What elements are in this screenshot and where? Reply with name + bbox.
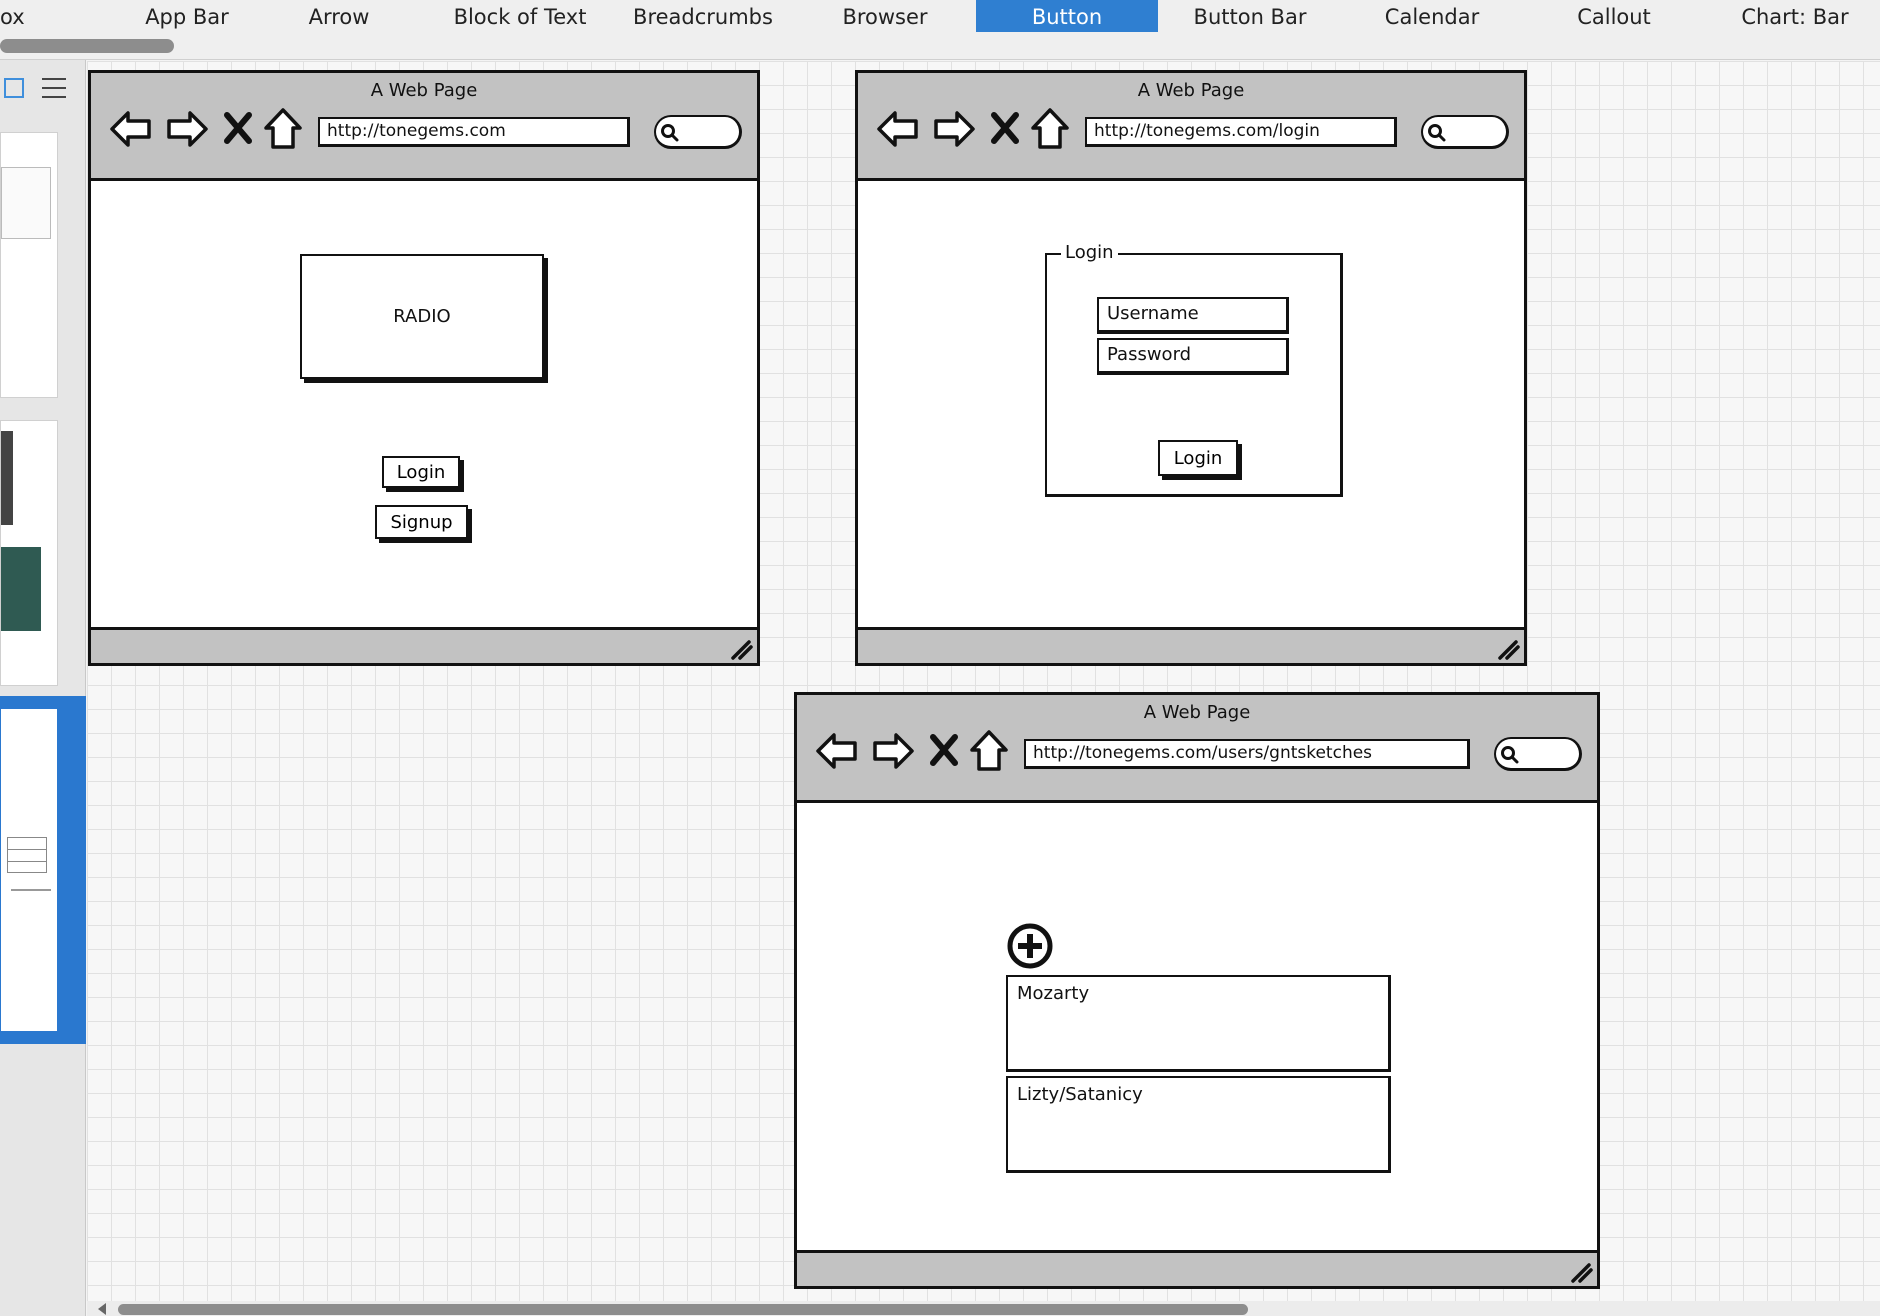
home-icon[interactable] bbox=[1030, 107, 1070, 151]
home-icon[interactable] bbox=[969, 729, 1009, 773]
stop-icon[interactable] bbox=[929, 729, 959, 773]
login-fieldset-legend: Login bbox=[1061, 242, 1118, 263]
list-item-label: Mozarty bbox=[1017, 983, 1090, 1004]
username-field[interactable]: Username bbox=[1097, 297, 1289, 334]
search-icon bbox=[1501, 746, 1519, 764]
component-item-button[interactable]: Button bbox=[976, 0, 1158, 32]
list-item-label: Lizty/Satanicy bbox=[1017, 1084, 1143, 1105]
stop-icon[interactable] bbox=[990, 107, 1020, 151]
list-item[interactable]: Lizty/Satanicy bbox=[1006, 1076, 1391, 1173]
thumbnail-preview bbox=[11, 889, 51, 891]
mockup-thumbnail-selected[interactable] bbox=[0, 708, 58, 1032]
component-item-calendar[interactable]: Calendar bbox=[1362, 0, 1502, 32]
component-item-app-bar[interactable]: App Bar bbox=[100, 0, 274, 32]
component-item-breadcrumbs[interactable]: Breadcrumbs bbox=[628, 0, 778, 32]
component-item-button-bar[interactable]: Button Bar bbox=[1178, 0, 1322, 32]
component-item-browser[interactable]: Browser bbox=[820, 0, 950, 32]
resize-grip-icon[interactable] bbox=[1569, 1261, 1593, 1283]
strip-scrollbar[interactable] bbox=[0, 39, 174, 53]
back-arrow-icon[interactable] bbox=[815, 729, 859, 773]
radio-panel: RADIO bbox=[300, 254, 544, 379]
browser-toolbar: A Web Page http://tonegems.com/login bbox=[858, 73, 1524, 181]
address-bar[interactable]: http://tonegems.com bbox=[318, 117, 630, 147]
list-view-icon[interactable] bbox=[42, 78, 66, 100]
mockup-thumbnail-sidebar bbox=[0, 60, 86, 1316]
back-arrow-icon[interactable] bbox=[109, 107, 153, 151]
browser-status-bar bbox=[858, 627, 1524, 663]
address-bar[interactable]: http://tonegems.com/users/gntsketches bbox=[1024, 739, 1470, 769]
search-field[interactable] bbox=[1494, 737, 1582, 771]
plus-circle-icon[interactable] bbox=[1006, 922, 1054, 970]
list-item[interactable]: Mozarty bbox=[1006, 975, 1391, 1072]
forward-arrow-icon[interactable] bbox=[165, 107, 209, 151]
forward-arrow-icon[interactable] bbox=[932, 107, 976, 151]
browser-mockup-home[interactable]: A Web Page http://tonegems.com RADIO Log… bbox=[88, 70, 760, 666]
home-icon[interactable] bbox=[263, 107, 303, 151]
login-submit-button[interactable]: Login bbox=[1158, 440, 1238, 476]
component-item-partial[interactable]: ox bbox=[0, 0, 25, 32]
stop-icon[interactable] bbox=[223, 107, 253, 151]
thumbnail-preview bbox=[1, 547, 41, 631]
browser-mockup-login[interactable]: A Web Page http://tonegems.com/login Log… bbox=[855, 70, 1527, 666]
component-item-chart-bar[interactable]: Chart: Bar bbox=[1730, 0, 1860, 32]
login-fieldset: Login Username Password Login bbox=[1045, 242, 1343, 497]
browser-title: A Web Page bbox=[1143, 702, 1251, 723]
radio-panel-label: RADIO bbox=[393, 306, 451, 327]
mockup-canvas[interactable]: A Web Page http://tonegems.com RADIO Log… bbox=[87, 61, 1880, 1301]
browser-toolbar: A Web Page http://tonegems.com/users/gnt… bbox=[797, 695, 1597, 803]
mockup-thumbnail[interactable] bbox=[0, 420, 58, 686]
back-arrow-icon[interactable] bbox=[876, 107, 920, 151]
signup-button[interactable]: Signup bbox=[375, 505, 468, 539]
thumbnail-preview bbox=[1, 167, 51, 239]
browser-status-bar bbox=[91, 627, 757, 663]
resize-grip-icon[interactable] bbox=[729, 638, 753, 660]
scroll-left-icon[interactable] bbox=[98, 1303, 106, 1315]
browser-title: A Web Page bbox=[370, 80, 478, 101]
browser-title: A Web Page bbox=[1137, 80, 1245, 101]
mockup-thumbnail[interactable] bbox=[0, 132, 58, 398]
resize-grip-icon[interactable] bbox=[1496, 638, 1520, 660]
browser-toolbar: A Web Page http://tonegems.com bbox=[91, 73, 757, 181]
thumbnail-preview bbox=[7, 837, 47, 873]
search-icon bbox=[661, 124, 679, 142]
component-item-callout[interactable]: Callout bbox=[1542, 0, 1686, 32]
browser-mockup-user-page[interactable]: A Web Page http://tonegems.com/users/gnt… bbox=[794, 692, 1600, 1289]
forward-arrow-icon[interactable] bbox=[871, 729, 915, 773]
component-item-arrow[interactable]: Arrow bbox=[282, 0, 396, 32]
component-item-block-of-text[interactable]: Block of Text bbox=[438, 0, 602, 32]
address-bar[interactable]: http://tonegems.com/login bbox=[1085, 117, 1397, 147]
canvas-scroll-thumb[interactable] bbox=[118, 1304, 1248, 1315]
thumbnail-preview bbox=[1, 431, 13, 525]
component-library-strip: ox App Bar Arrow Block of Text Breadcrum… bbox=[0, 0, 1880, 60]
search-field[interactable] bbox=[654, 115, 742, 149]
search-icon bbox=[1428, 124, 1446, 142]
search-field[interactable] bbox=[1421, 115, 1509, 149]
browser-status-bar bbox=[797, 1250, 1597, 1286]
password-field[interactable]: Password bbox=[1097, 338, 1289, 375]
grid-view-icon[interactable] bbox=[4, 78, 24, 98]
login-button[interactable]: Login bbox=[382, 456, 460, 488]
